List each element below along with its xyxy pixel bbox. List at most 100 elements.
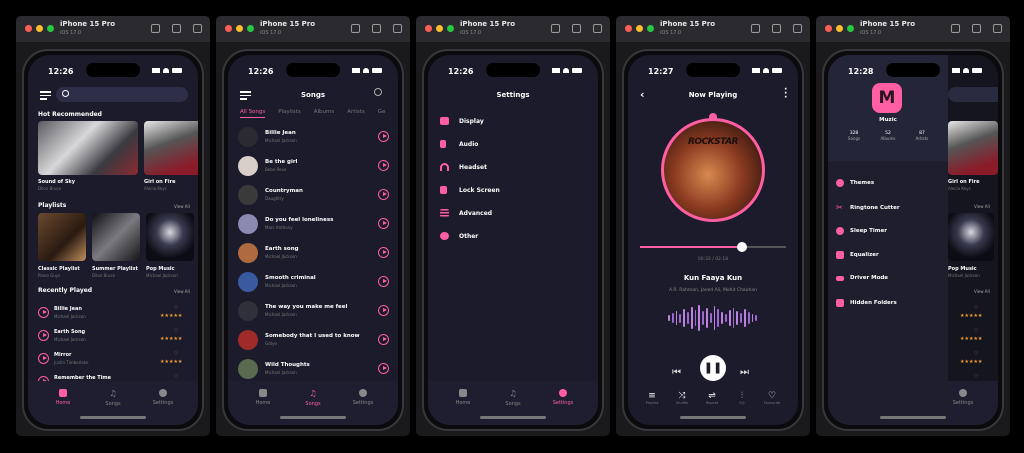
filter-genres[interactable]: Ge [378, 109, 386, 118]
setting-lock-screen[interactable]: Lock Screen [440, 186, 500, 194]
screenshot-icon[interactable] [772, 24, 781, 33]
heart-icon[interactable]: ♡ [174, 328, 178, 334]
menu-icon[interactable] [40, 91, 51, 100]
rotate-icon[interactable] [993, 24, 1002, 33]
tab-songs[interactable]: ♫ Songs [288, 389, 338, 407]
filter-artists[interactable]: Artists [347, 109, 365, 118]
close-dot[interactable] [625, 25, 632, 32]
close-dot[interactable] [225, 25, 232, 32]
heart-icon[interactable]: ♡ [974, 374, 978, 380]
rotate-icon[interactable] [193, 24, 202, 33]
tab-home[interactable]: Home [438, 389, 488, 406]
rotate-icon[interactable] [393, 24, 402, 33]
heart-icon[interactable]: ♡ [974, 328, 978, 334]
setting-audio[interactable]: Audio [440, 140, 478, 148]
previous-icon[interactable]: ⏮ [672, 367, 681, 378]
song-row[interactable]: Countryman Daughtry [228, 183, 398, 209]
song-row[interactable]: Be the girl Bebe Rexa [228, 154, 398, 180]
recent-item[interactable]: Billie Jean Michael Jackson ♡ ★★★★★ [28, 303, 198, 325]
view-all-link[interactable]: View All [974, 289, 990, 294]
minimize-dot[interactable] [236, 25, 243, 32]
play-icon[interactable] [378, 305, 389, 316]
recent-item[interactable]: Mirror Justin Timberlake ♡ ★★★★★ [28, 349, 198, 371]
play-icon[interactable] [378, 276, 389, 287]
repeat-control[interactable]: ⇌ Repeat [698, 391, 726, 405]
setting-advanced[interactable]: Advanced [440, 209, 492, 217]
song-row[interactable]: Smooth criminal Michael Jackson [228, 270, 398, 296]
minimize-dot[interactable] [36, 25, 43, 32]
play-icon[interactable] [378, 131, 389, 142]
zoom-dot[interactable] [847, 25, 854, 32]
close-dot[interactable] [825, 25, 832, 32]
more-vertical-icon[interactable]: · · · [784, 86, 787, 103]
minimize-dot[interactable] [436, 25, 443, 32]
filter-all-songs[interactable]: All Songs [240, 109, 266, 118]
play-icon[interactable] [378, 363, 389, 374]
pause-button[interactable]: ❚❚ [700, 355, 726, 381]
view-all-link[interactable]: View All [174, 204, 190, 209]
play-icon[interactable] [378, 160, 389, 171]
tab-settings[interactable]: Settings [338, 389, 388, 406]
drawer-item-equalizer[interactable]: Equalizer [836, 251, 879, 259]
tab-settings[interactable]: Settings [948, 389, 978, 406]
home-icon[interactable] [151, 24, 160, 33]
minimize-dot[interactable] [636, 25, 643, 32]
screenshot-icon[interactable] [972, 24, 981, 33]
heart-icon[interactable]: ♡ [974, 305, 978, 311]
song-row[interactable]: Somebody that I used to know Gotye [228, 328, 398, 354]
song-row[interactable]: The way you make me feel Michael Jackson [228, 299, 398, 325]
setting-headset[interactable]: Headset [440, 163, 487, 171]
zoom-dot[interactable] [247, 25, 254, 32]
search-input[interactable] [948, 87, 998, 102]
close-dot[interactable] [425, 25, 432, 32]
home-icon[interactable] [951, 24, 960, 33]
progress-track[interactable] [640, 242, 786, 252]
heart-icon[interactable]: ♡ [174, 351, 178, 357]
eq-control[interactable]: ⫶ EQ [728, 391, 756, 405]
hot-card-image-peek[interactable] [948, 121, 998, 175]
screenshot-icon[interactable] [572, 24, 581, 33]
play-icon[interactable] [38, 307, 49, 318]
tab-settings[interactable]: Settings [138, 389, 188, 406]
song-row[interactable]: Do you feel loneliness Marc Anthony [228, 212, 398, 238]
zoom-dot[interactable] [47, 25, 54, 32]
heart-icon[interactable]: ♡ [174, 374, 178, 380]
hot-card-image-2[interactable] [144, 121, 198, 175]
minimize-dot[interactable] [836, 25, 843, 32]
rotate-icon[interactable] [593, 24, 602, 33]
playlist-cover[interactable] [146, 213, 194, 261]
recent-item[interactable]: Earth Song Michael Jackson ♡ ★★★★★ [28, 326, 198, 348]
playlist-cover[interactable] [92, 213, 140, 261]
rotate-icon[interactable] [793, 24, 802, 33]
play-icon[interactable] [378, 247, 389, 258]
home-icon[interactable] [751, 24, 760, 33]
tab-songs[interactable]: ♫ Songs [488, 389, 538, 407]
favourite-control[interactable]: ♡ Favourite [758, 391, 786, 405]
next-icon[interactable]: ⏭ [740, 367, 749, 378]
play-icon[interactable] [38, 330, 49, 341]
search-icon[interactable] [374, 88, 382, 96]
drawer-item-themes[interactable]: Themes [836, 179, 874, 187]
tab-songs[interactable]: ♫ Songs [88, 389, 138, 407]
playlist-cover[interactable] [38, 213, 86, 261]
song-row[interactable]: Billie Jean Michael Jackson [228, 125, 398, 151]
shuffle-control[interactable]: ⤨ Shuffle [668, 391, 696, 405]
song-row[interactable]: Earth song Michael Jackson [228, 241, 398, 267]
hot-card-image-1[interactable] [38, 121, 138, 175]
zoom-dot[interactable] [447, 25, 454, 32]
play-icon[interactable] [38, 353, 49, 364]
drawer-item-ringtone-cutter[interactable]: ✂ Ringtone Cutter [836, 203, 900, 212]
disc-handle[interactable] [709, 113, 717, 121]
progress-thumb[interactable] [737, 242, 748, 252]
play-icon[interactable] [378, 218, 389, 229]
tab-home[interactable]: Home [238, 389, 288, 406]
heart-icon[interactable]: ♡ [174, 305, 178, 311]
search-input[interactable] [56, 87, 188, 102]
drawer-item-driver-mode[interactable]: Driver Mode [836, 275, 888, 281]
screenshot-icon[interactable] [372, 24, 381, 33]
filter-playlists[interactable]: Playlists [278, 109, 300, 118]
home-icon[interactable] [551, 24, 560, 33]
playlist-control[interactable]: ≡ Playlist [638, 391, 666, 405]
close-dot[interactable] [25, 25, 32, 32]
screenshot-icon[interactable] [172, 24, 181, 33]
